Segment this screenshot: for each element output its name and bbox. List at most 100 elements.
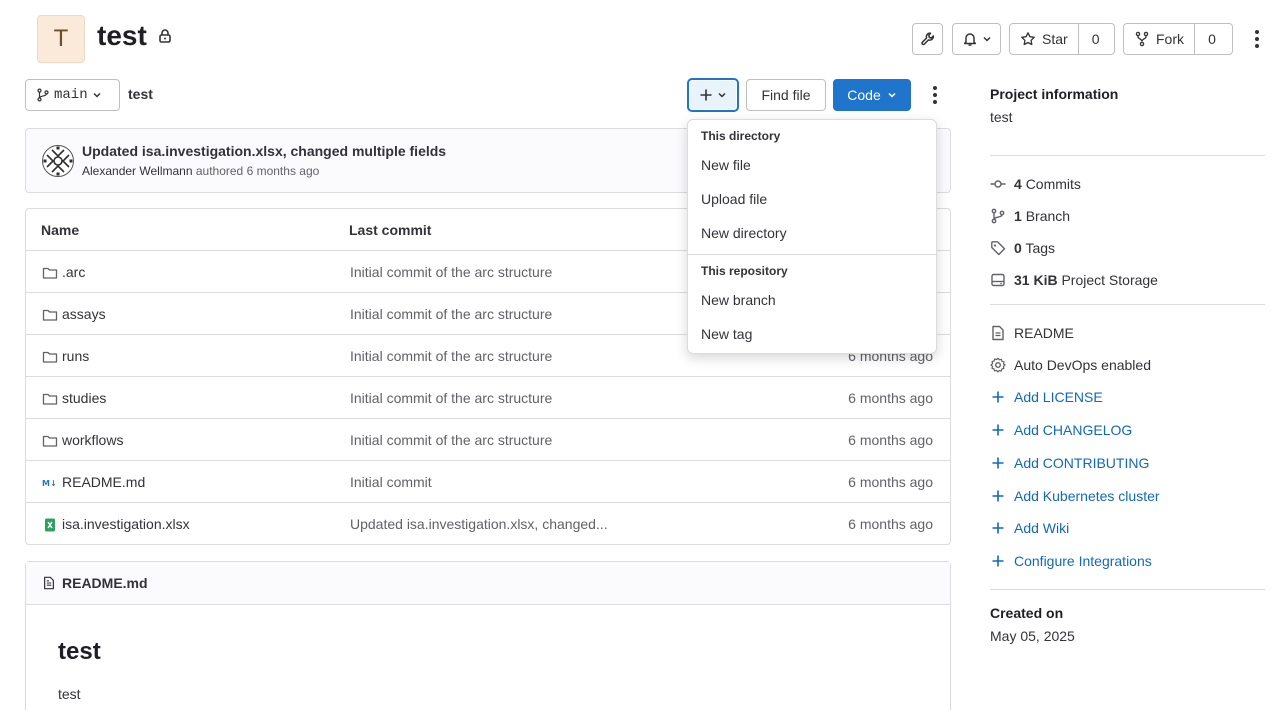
sidebar-add-link-label: Add CHANGELOG: [1014, 422, 1133, 438]
star-count[interactable]: 0: [1079, 24, 1113, 54]
author-avatar[interactable]: [42, 145, 74, 177]
divider: [990, 155, 1265, 156]
star-icon: [1020, 31, 1036, 47]
autodevops-link[interactable]: Auto DevOps enabled: [990, 357, 1151, 373]
readme-filename[interactable]: README.md: [62, 575, 148, 591]
settings-button[interactable]: [912, 23, 943, 55]
storage-label: Project Storage: [1061, 272, 1158, 288]
file-last-update: 6 months ago: [848, 474, 933, 490]
find-file-button[interactable]: Find file: [746, 79, 826, 111]
commit-author[interactable]: Alexander Wellmann: [82, 164, 193, 178]
folder-icon: [42, 265, 58, 281]
star-button[interactable]: Star: [1010, 24, 1079, 54]
storage-link[interactable]: 31 KiB Project Storage: [990, 272, 1158, 288]
folder-icon: [42, 433, 58, 449]
created-on-label: Created on: [990, 605, 1064, 621]
chevron-down-icon: [887, 90, 897, 100]
commit-icon: [990, 176, 1006, 192]
add-to-tree-button[interactable]: [687, 78, 739, 112]
file-name[interactable]: assays: [62, 306, 106, 322]
file-name[interactable]: workflows: [62, 432, 123, 448]
folder-icon: [42, 391, 58, 407]
readme-header: README.md: [26, 562, 950, 605]
file-last-commit[interactable]: Initial commit: [350, 474, 432, 490]
file-last-commit[interactable]: Initial commit of the arc structure: [350, 306, 552, 322]
sidebar-add-link[interactable]: Configure Integrations: [990, 553, 1152, 569]
commit-action: authored: [195, 164, 244, 178]
file-name[interactable]: runs: [62, 348, 89, 364]
readme-heading: test: [58, 638, 101, 665]
branch-selector[interactable]: main: [25, 79, 120, 111]
table-row[interactable]: studies Initial commit of the arc structu…: [26, 377, 950, 419]
readme-link[interactable]: README: [990, 325, 1074, 341]
file-last-update: 6 months ago: [848, 432, 933, 448]
plus-icon: [990, 520, 1006, 536]
file-last-commit[interactable]: Initial commit of the arc structure: [350, 264, 552, 280]
section-this-directory: This directory: [701, 129, 781, 143]
file-last-commit[interactable]: Initial commit of the arc structure: [350, 390, 552, 406]
more-options-icon[interactable]: [925, 83, 945, 107]
branches-link[interactable]: 1 Branch: [990, 208, 1070, 224]
sidebar-add-link-label: Configure Integrations: [1014, 553, 1152, 569]
branch-label: Branch: [1025, 208, 1071, 224]
readme-body: test: [58, 686, 81, 702]
lock-icon: [157, 28, 173, 44]
menu-item-new-directory[interactable]: New directory: [701, 225, 787, 241]
file-last-commit[interactable]: Initial commit of the arc structure: [350, 432, 552, 448]
more-actions-icon[interactable]: [1247, 27, 1267, 51]
file-name[interactable]: .arc: [62, 264, 85, 280]
fork-button-group: Fork 0: [1123, 23, 1233, 55]
menu-item-upload-file[interactable]: Upload file: [701, 191, 767, 207]
divider: [990, 304, 1265, 305]
menu-item-new-tag[interactable]: New tag: [701, 326, 752, 342]
bell-icon: [962, 31, 978, 47]
table-row[interactable]: M↓ README.md Initial commit 6 months ago: [26, 461, 950, 503]
notifications-button[interactable]: [952, 23, 1001, 55]
commit-title[interactable]: Updated isa.investigation.xlsx, changed …: [82, 143, 446, 159]
plus-icon: [699, 88, 713, 102]
sidebar-add-link[interactable]: Add CHANGELOG: [990, 422, 1132, 438]
sidebar-add-link[interactable]: Add Kubernetes cluster: [990, 488, 1160, 504]
chevron-down-icon: [92, 90, 102, 100]
tag-icon: [990, 240, 1006, 256]
sidebar-add-link[interactable]: Add CONTRIBUTING: [990, 455, 1149, 471]
column-name: Name: [41, 222, 80, 238]
sidebar-add-link[interactable]: Add LICENSE: [990, 389, 1103, 405]
sidebar-add-link-label: Add Kubernetes cluster: [1014, 488, 1160, 504]
chevron-down-icon: [982, 34, 992, 44]
file-last-commit[interactable]: Initial commit of the arc structure: [350, 348, 552, 364]
section-this-repository: This repository: [701, 264, 788, 278]
sidebar-add-link[interactable]: Add Wiki: [990, 520, 1069, 536]
tags-link[interactable]: 0 Tags: [990, 240, 1055, 256]
fork-button[interactable]: Fork: [1124, 24, 1195, 54]
fork-label: Fork: [1156, 31, 1184, 47]
plus-icon: [990, 553, 1006, 569]
gear-icon: [990, 357, 1006, 373]
fork-count[interactable]: 0: [1195, 24, 1229, 54]
plus-icon: [990, 455, 1006, 471]
menu-item-new-branch[interactable]: New branch: [701, 292, 776, 308]
table-row[interactable]: isa.investigation.xlsx Updated isa.invest…: [26, 503, 950, 544]
plus-icon: [990, 389, 1006, 405]
file-last-commit[interactable]: Updated isa.investigation.xlsx, changed.…: [350, 516, 608, 532]
created-on-date: May 05, 2025: [990, 628, 1075, 644]
folder-icon: [42, 349, 58, 365]
file-last-update: 6 months ago: [848, 390, 933, 406]
file-name[interactable]: studies: [62, 390, 106, 406]
breadcrumb[interactable]: test: [128, 86, 153, 102]
project-description: test: [990, 109, 1013, 125]
file-name[interactable]: isa.investigation.xlsx: [62, 516, 190, 532]
commits-label: Commits: [1025, 176, 1081, 192]
autodevops-label: Auto DevOps enabled: [1014, 357, 1151, 373]
table-row[interactable]: workflows Initial commit of the arc struc…: [26, 419, 950, 461]
readme-link-label: README: [1014, 325, 1074, 341]
branch-name: main: [54, 87, 88, 103]
file-icon: [990, 325, 1006, 341]
plus-icon: [990, 488, 1006, 504]
spreadsheet-icon: [42, 517, 58, 533]
menu-item-new-file[interactable]: New file: [701, 157, 751, 173]
code-button[interactable]: Code: [833, 79, 911, 111]
column-last-commit: Last commit: [349, 222, 432, 238]
file-name[interactable]: README.md: [62, 474, 145, 490]
commits-link[interactable]: 4 Commits: [990, 176, 1081, 192]
